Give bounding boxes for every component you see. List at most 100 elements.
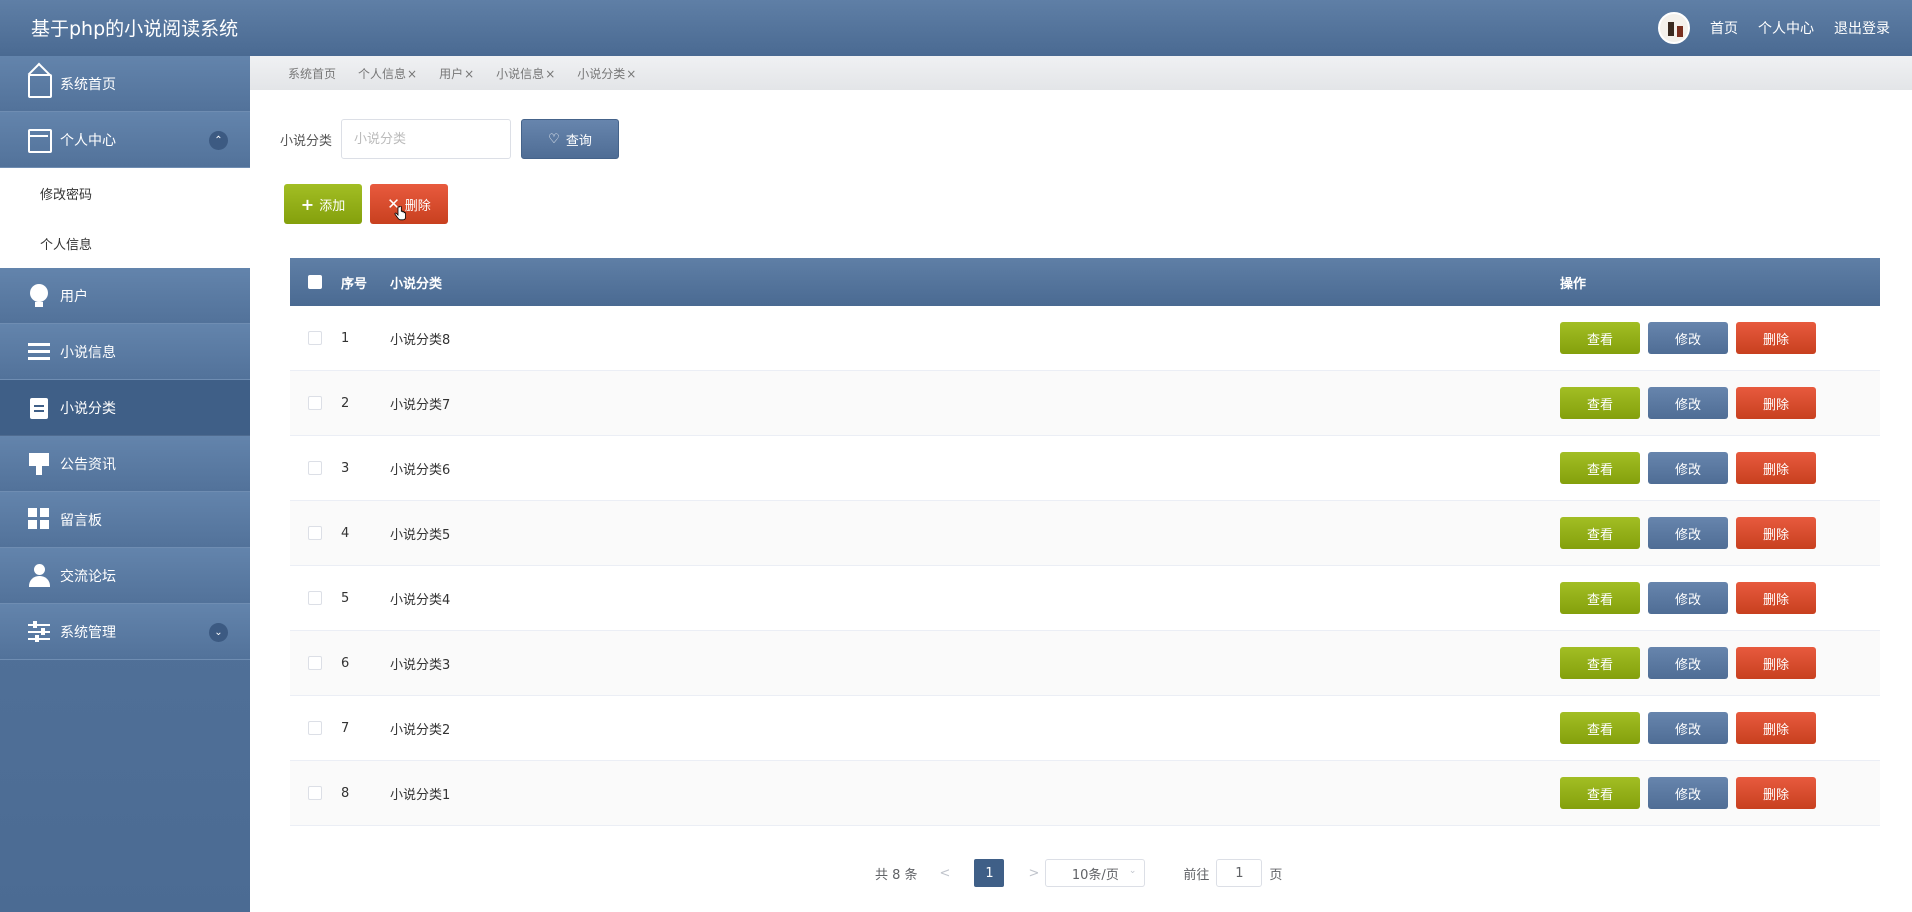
row-category-name: 小说分类3: [390, 657, 451, 673]
page-number-current[interactable]: 1: [974, 859, 1005, 887]
view-button[interactable]: 查看: [1560, 712, 1640, 744]
tab-novel-category[interactable]: 小说分类×: [577, 65, 636, 82]
table-row: 7 小说分类2 查看 修改 删除: [290, 696, 1880, 761]
delete-button[interactable]: 删除: [1736, 322, 1816, 354]
add-button[interactable]: + 添加: [284, 184, 362, 224]
tab-label: 个人信息: [358, 66, 407, 81]
row-checkbox[interactable]: [308, 526, 322, 540]
view-button[interactable]: 查看: [1560, 387, 1640, 419]
row-index: 1: [341, 330, 350, 346]
goto-page-input[interactable]: 1: [1216, 859, 1263, 887]
row-check-cell: [290, 656, 340, 670]
sidebar-item-users[interactable]: 用户: [0, 268, 250, 324]
next-page-button[interactable]: >: [1028, 866, 1039, 881]
header-check-cell: [290, 275, 340, 289]
delete-button[interactable]: 删除: [1736, 387, 1816, 419]
sidebar-item-forum[interactable]: 交流论坛: [0, 548, 250, 604]
sidebar-item-personal-center[interactable]: 个人中心 ⌃: [0, 112, 250, 168]
list-icon: [28, 340, 52, 364]
tab-users[interactable]: 用户×: [439, 65, 474, 82]
delete-button[interactable]: 删除: [1736, 712, 1816, 744]
row-category-name: 小说分类2: [390, 722, 451, 738]
select-all-checkbox[interactable]: [308, 275, 322, 289]
close-icon[interactable]: ×: [407, 67, 417, 81]
table-row: 8 小说分类1 查看 修改 删除: [290, 761, 1880, 826]
view-button[interactable]: 查看: [1560, 322, 1640, 354]
row-checkbox[interactable]: [308, 591, 322, 605]
edit-button[interactable]: 修改: [1648, 712, 1728, 744]
view-button[interactable]: 查看: [1560, 517, 1640, 549]
row-checkbox[interactable]: [308, 721, 322, 735]
pagination: 共 8 条 < 1 > 10条/页 ⌄ 前往 1 页: [875, 859, 1282, 887]
tab-novel-info[interactable]: 小说信息×: [496, 65, 555, 82]
view-button[interactable]: 查看: [1560, 582, 1640, 614]
view-button[interactable]: 查看: [1560, 777, 1640, 809]
row-checkbox[interactable]: [308, 656, 322, 670]
sidebar-item-novel-category[interactable]: 小说分类: [0, 380, 250, 436]
close-icon[interactable]: ×: [626, 67, 636, 81]
nav-home-link[interactable]: 首页: [1710, 18, 1738, 38]
delete-button-label: 删除: [404, 198, 431, 214]
goto-suffix: 页: [1269, 867, 1283, 883]
edit-button[interactable]: 修改: [1648, 322, 1728, 354]
top-bar: 基于php的小说阅读系统 首页 个人中心 退出登录: [0, 0, 1912, 56]
edit-button[interactable]: 修改: [1648, 517, 1728, 549]
row-checkbox[interactable]: [308, 461, 322, 475]
row-operations: 查看 修改 删除: [1560, 322, 1816, 354]
prev-page-button[interactable]: <: [940, 866, 951, 881]
row-index: 5: [341, 590, 350, 606]
sidebar-item-novel-info[interactable]: 小说信息: [0, 324, 250, 380]
delete-button[interactable]: 删除: [1736, 582, 1816, 614]
sidebar-subitem-change-password[interactable]: 修改密码: [0, 168, 250, 218]
sidebar-item-label: 小说信息: [60, 344, 116, 361]
sidebar-item-message-board[interactable]: 留言板: [0, 492, 250, 548]
sliders-icon: [28, 620, 52, 644]
edit-button[interactable]: 修改: [1648, 582, 1728, 614]
query-button[interactable]: ♡ 查询: [521, 119, 620, 159]
delete-button[interactable]: 删除: [1736, 777, 1816, 809]
table-row: 4 小说分类5 查看 修改 删除: [290, 501, 1880, 566]
row-index: 4: [341, 525, 350, 541]
header-index: 序号: [341, 276, 368, 292]
page-size-select[interactable]: 10条/页 ⌄: [1045, 859, 1146, 887]
row-checkbox[interactable]: [308, 396, 322, 410]
search-form: 小说分类 ♡ 查询: [280, 119, 620, 159]
row-checkbox[interactable]: [308, 786, 322, 800]
sidebar-subitem-personal-info[interactable]: 个人信息: [0, 218, 250, 268]
row-operations: 查看 修改 删除: [1560, 647, 1816, 679]
edit-button[interactable]: 修改: [1648, 452, 1728, 484]
row-checkbox[interactable]: [308, 331, 322, 345]
edit-button[interactable]: 修改: [1648, 777, 1728, 809]
sidebar-item-label: 系统管理: [60, 624, 116, 641]
sidebar-item-home[interactable]: 系统首页: [0, 56, 250, 112]
view-button[interactable]: 查看: [1560, 452, 1640, 484]
chevron-up-icon[interactable]: ⌃: [209, 131, 228, 150]
close-icon[interactable]: ×: [545, 67, 555, 81]
close-icon[interactable]: ×: [464, 67, 474, 81]
delete-button[interactable]: 删除: [1736, 647, 1816, 679]
tab-label: 小说分类: [577, 66, 626, 81]
delete-button[interactable]: 删除: [1736, 452, 1816, 484]
edit-button[interactable]: 修改: [1648, 387, 1728, 419]
hand-cursor-icon: [394, 206, 406, 221]
avatar[interactable]: [1658, 12, 1690, 44]
add-button-label: 添加: [319, 198, 346, 214]
bulb-icon: [28, 283, 52, 308]
sidebar-item-system-management[interactable]: 系统管理 ⌄: [0, 604, 250, 660]
main-content: 系统首页 个人信息× 用户× 小说信息× 小说分类× 小说分类 ♡ 查询 + 添…: [250, 56, 1912, 912]
batch-delete-button[interactable]: ✕ 删除: [370, 184, 448, 224]
tab-personal-info[interactable]: 个人信息×: [358, 65, 417, 82]
nav-profile-center-link[interactable]: 个人中心: [1758, 18, 1814, 38]
category-search-input[interactable]: [341, 119, 512, 159]
table-body: 1 小说分类8 查看 修改 删除 2 小说分类7 查看 修改 删除 3 小说分类6 查看 修改 删除 4 小说分…: [290, 306, 1880, 826]
search-label: 小说分类: [280, 133, 333, 149]
delete-button[interactable]: 删除: [1736, 517, 1816, 549]
tab-home[interactable]: 系统首页: [288, 65, 336, 82]
view-button[interactable]: 查看: [1560, 647, 1640, 679]
row-category-name: 小说分类7: [390, 397, 451, 413]
sidebar-item-announcements[interactable]: 公告资讯: [0, 436, 250, 492]
edit-button[interactable]: 修改: [1648, 647, 1728, 679]
logout-link[interactable]: 退出登录: [1834, 18, 1890, 38]
chevron-down-icon[interactable]: ⌄: [209, 623, 228, 642]
heart-icon: ♡: [548, 131, 560, 147]
